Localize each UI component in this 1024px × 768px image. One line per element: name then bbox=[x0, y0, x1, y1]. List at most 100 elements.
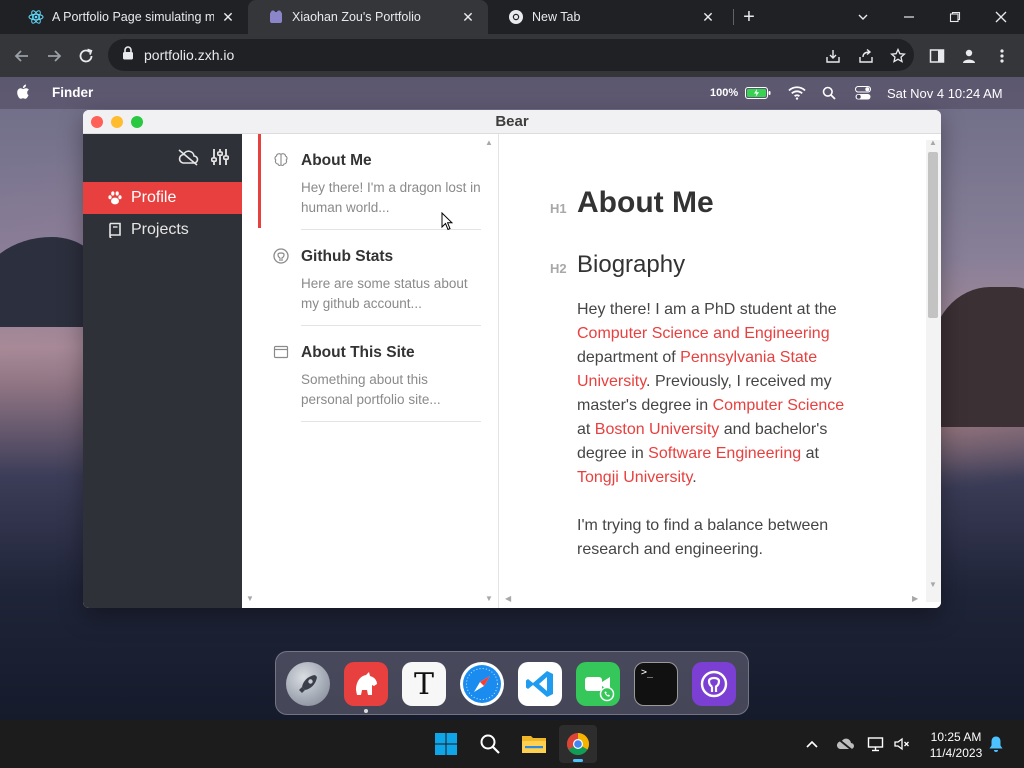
editor-scroll-up-icon[interactable]: ▲ bbox=[929, 138, 937, 147]
note-divider bbox=[301, 421, 481, 422]
chrome-icon bbox=[508, 9, 524, 25]
forward-icon[interactable] bbox=[40, 42, 68, 70]
share-icon[interactable] bbox=[852, 42, 880, 70]
back-icon[interactable] bbox=[8, 42, 36, 70]
bear-app-window: Bear Profile Projects ▲ About Me Hey the… bbox=[83, 110, 941, 608]
apple-logo-icon[interactable] bbox=[16, 84, 30, 103]
bio-text: . bbox=[692, 469, 697, 486]
browser-window-icon bbox=[273, 344, 289, 360]
editor-scroll-right-icon[interactable]: ▶ bbox=[912, 594, 918, 603]
link-computer-science[interactable]: Computer Science bbox=[713, 397, 845, 414]
close-tab-icon[interactable]: ✕ bbox=[700, 9, 716, 26]
note-item-about-me[interactable]: About Me Hey there! I'm a dragon lost in… bbox=[242, 134, 499, 230]
note-heading-h1: About Me bbox=[577, 186, 714, 219]
typora-icon[interactable]: T bbox=[402, 662, 446, 706]
note-editor[interactable]: H1 About Me H2 Biography Hey there! I am… bbox=[499, 134, 941, 608]
browser-toolbar: portfolio.zxh.io bbox=[0, 34, 1024, 77]
bookmark-star-icon[interactable] bbox=[884, 42, 912, 70]
minimize-icon[interactable] bbox=[886, 0, 932, 34]
file-explorer-icon[interactable] bbox=[515, 725, 553, 763]
editor-scrollbar-thumb[interactable] bbox=[928, 152, 938, 318]
network-icon[interactable] bbox=[867, 720, 885, 768]
close-window-icon[interactable] bbox=[978, 0, 1024, 34]
sidebar-item-label: Profile bbox=[131, 189, 177, 206]
link-software-engineering[interactable]: Software Engineering bbox=[648, 445, 801, 462]
note-title: Github Stats bbox=[301, 248, 394, 265]
launchpad-icon[interactable] bbox=[286, 662, 330, 706]
active-app-indicator bbox=[573, 759, 583, 762]
notification-bell-icon[interactable] bbox=[988, 720, 1004, 768]
facetime-icon[interactable] bbox=[576, 662, 620, 706]
taskbar-date: 11/4/2023 bbox=[929, 746, 983, 760]
link-tongji-university[interactable]: Tongji University bbox=[577, 469, 692, 486]
lock-icon[interactable] bbox=[122, 45, 134, 65]
profile-avatar-icon[interactable] bbox=[955, 42, 983, 70]
terminal-glyph: >_ bbox=[641, 667, 654, 678]
filter-sliders-icon[interactable] bbox=[210, 148, 230, 171]
control-center-icon[interactable] bbox=[855, 77, 871, 109]
taskbar-search-icon[interactable] bbox=[471, 725, 509, 763]
taskbar-clock[interactable]: 10:25 AM 11/4/2023 bbox=[918, 729, 994, 761]
link-boston-university[interactable]: Boston University bbox=[595, 421, 720, 438]
sidebar-item-profile[interactable]: Profile bbox=[83, 182, 242, 214]
tab-portfolio-page[interactable]: A Portfolio Page simulating macOS ✕ bbox=[8, 0, 248, 34]
volume-muted-icon[interactable] bbox=[893, 720, 911, 768]
sidebar-item-label: Projects bbox=[131, 221, 189, 238]
menubar-datetime[interactable]: Sat Nov 4 10:24 AM bbox=[887, 77, 1003, 109]
tab-new-tab[interactable]: New Tab ✕ bbox=[488, 0, 728, 34]
link-cse[interactable]: Computer Science and Engineering bbox=[577, 325, 830, 342]
browser-tab-strip: A Portfolio Page simulating macOS ✕ Xiao… bbox=[0, 0, 1024, 34]
tab-search-icon[interactable] bbox=[840, 0, 886, 34]
reload-icon[interactable] bbox=[72, 42, 100, 70]
github-icon bbox=[273, 248, 289, 264]
chrome-taskbar-icon[interactable] bbox=[559, 725, 597, 763]
side-panel-icon[interactable] bbox=[923, 42, 951, 70]
tab-title: Xiaohan Zou's Portfolio bbox=[292, 10, 421, 24]
url-text: portfolio.zxh.io bbox=[144, 47, 235, 63]
window-titlebar[interactable]: Bear bbox=[83, 110, 941, 134]
tab-xiaohan-portfolio[interactable]: Xiaohan Zou's Portfolio ✕ bbox=[248, 0, 488, 34]
new-tab-button[interactable]: + bbox=[737, 4, 761, 30]
note-item-github-stats[interactable]: Github Stats Here are some status about … bbox=[242, 230, 499, 326]
terminal-icon[interactable]: >_ bbox=[634, 662, 678, 706]
active-app-name[interactable]: Finder bbox=[52, 85, 93, 100]
tray-overflow-icon[interactable] bbox=[805, 720, 819, 768]
bear-app-icon[interactable] bbox=[344, 662, 388, 706]
close-tab-icon[interactable]: ✕ bbox=[220, 9, 236, 26]
spotlight-search-icon[interactable] bbox=[822, 77, 836, 109]
close-tab-icon[interactable]: ✕ bbox=[460, 9, 476, 26]
react-icon bbox=[28, 9, 44, 25]
mouse-cursor-icon bbox=[441, 211, 454, 236]
editor-scroll-left-icon[interactable]: ◀ bbox=[505, 594, 511, 603]
safari-icon[interactable] bbox=[460, 662, 504, 706]
bio-text: Hey there! I am a PhD student at the bbox=[577, 301, 837, 318]
install-app-icon[interactable] bbox=[819, 42, 847, 70]
note-excerpt: Here are some status about my github acc… bbox=[301, 276, 468, 311]
typora-glyph: T bbox=[413, 666, 434, 702]
windows-start-icon[interactable] bbox=[427, 725, 465, 763]
note-item-about-this-site[interactable]: About This Site Something about this per… bbox=[242, 326, 499, 422]
battery-status[interactable]: 100% bbox=[710, 77, 771, 109]
sidebar-scroll-down-icon[interactable]: ▼ bbox=[246, 594, 254, 603]
notes-scroll-down-icon[interactable]: ▼ bbox=[485, 594, 493, 603]
address-bar[interactable]: portfolio.zxh.io bbox=[108, 39, 914, 71]
github-icon[interactable] bbox=[692, 662, 736, 706]
bio-text: at bbox=[801, 445, 819, 462]
wifi-icon[interactable] bbox=[788, 77, 806, 109]
editor-scrollbar[interactable]: ▲ ▼ bbox=[926, 138, 941, 602]
taskbar-time: 10:25 AM bbox=[930, 730, 982, 744]
macos-desktop: Finder 100% Sat Nov 4 10:24 AM Bear Prof… bbox=[0, 77, 1024, 720]
sidebar-item-projects[interactable]: Projects bbox=[83, 214, 242, 246]
vscode-icon[interactable] bbox=[518, 662, 562, 706]
paw-icon bbox=[107, 190, 123, 206]
h2-marker: H2 bbox=[550, 261, 567, 276]
more-menu-icon[interactable] bbox=[988, 42, 1016, 70]
note-excerpt: Something about this personal portfolio … bbox=[301, 372, 441, 407]
tab-separator bbox=[733, 9, 734, 25]
cloud-off-icon[interactable] bbox=[177, 148, 199, 171]
restore-icon[interactable] bbox=[932, 0, 978, 34]
onedrive-offline-icon[interactable] bbox=[835, 720, 855, 768]
window-title: Bear bbox=[495, 113, 529, 130]
editor-scroll-down-icon[interactable]: ▼ bbox=[929, 580, 937, 589]
bear-sidebar: Profile Projects bbox=[83, 134, 242, 608]
